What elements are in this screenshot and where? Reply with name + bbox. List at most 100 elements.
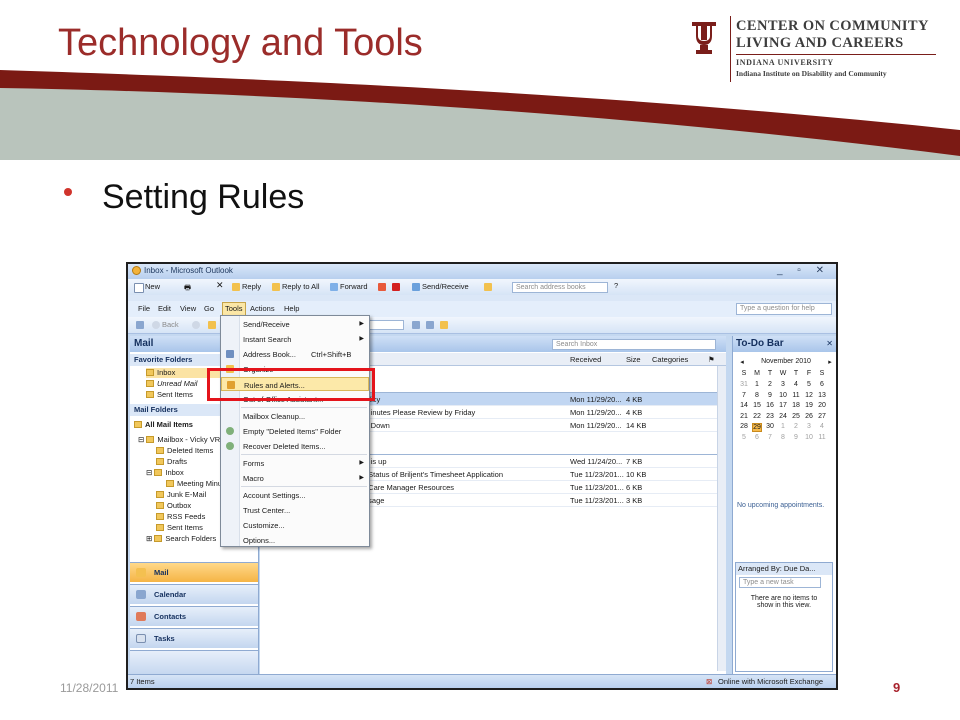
column-received[interactable]: Received [570,355,601,364]
menu-item-options[interactable]: Options... [221,533,369,547]
menu-edit[interactable]: Edit [158,304,171,313]
nav-button-mail[interactable]: Mail [130,562,258,582]
calendar-day[interactable]: 4 [817,423,827,430]
calendar-day[interactable]: 11 [791,392,801,399]
address-search-input[interactable]: Search address books [512,282,608,293]
calendar-day[interactable]: 23 [765,413,775,420]
folder-inbox[interactable]: ⊟ Inbox [146,468,184,478]
mailbox-root[interactable]: ⊟ Mailbox - Vicky VR [138,435,220,445]
menu-item-instant-search[interactable]: Instant Search ▶ [221,332,369,346]
folder-up-icon[interactable] [208,321,216,329]
toolbar2-icon-a[interactable] [412,321,420,329]
folder-deleted-items[interactable]: Deleted Items [156,446,213,456]
menu-item-address-book[interactable]: Address Book... Ctrl+Shift+B [221,347,369,361]
send-receive-button[interactable]: Send/Receive [422,282,469,291]
menu-item-forms[interactable]: Forms ▶ [221,456,369,470]
calendar-day[interactable]: 7 [739,392,749,399]
back-button[interactable]: Back [162,320,179,329]
search-inbox-input[interactable]: Search Inbox [552,339,716,350]
rules-icon[interactable] [136,321,144,329]
calendar-day[interactable]: 14 [739,402,749,409]
calendar-day[interactable]: 3 [778,381,788,388]
calendar-day[interactable]: 5 [739,434,749,441]
calendar-day[interactable]: 31 [739,381,749,388]
calendar-day[interactable]: 6 [752,434,762,441]
toolbar2-icon-b[interactable] [426,321,434,329]
menu-item-macro[interactable]: Macro ▶ [221,471,369,485]
folder-search-folders[interactable]: ⊞ Search Folders [146,534,216,544]
delete-icon[interactable]: ✕ [216,280,224,291]
help-question-input[interactable]: Type a question for help [736,303,832,315]
follow-up-flag-icon[interactable] [392,283,400,291]
calendar-day[interactable]: 4 [791,381,801,388]
calendar-day[interactable]: 13 [817,392,827,399]
calendar-day[interactable]: 28 [739,423,749,430]
menu-go[interactable]: Go [204,304,214,313]
nav-shortcuts-bar[interactable] [130,650,258,676]
menu-help[interactable]: Help [284,304,299,313]
menu-tools[interactable]: Tools [222,302,246,316]
prev-month-icon[interactable]: ◂ [737,358,747,366]
calendar-day[interactable]: 27 [817,413,827,420]
calendar-day[interactable]: 29 [752,423,762,432]
print-icon[interactable]: 🖶 [184,282,191,295]
calendar-day[interactable]: 18 [791,402,801,409]
menu-view[interactable]: View [180,304,196,313]
close-icon[interactable]: ✕ [826,336,833,352]
calendar-day[interactable]: 19 [804,402,814,409]
flag-column-icon[interactable]: ⚑ [708,355,715,364]
all-mail-items[interactable]: All Mail Items [134,420,193,430]
calendar-day[interactable]: 16 [765,402,775,409]
nav-button-calendar[interactable]: Calendar [130,584,258,604]
nav-button-contacts[interactable]: Contacts [130,606,258,626]
nav-button-tasks[interactable]: Tasks [130,628,258,648]
forward-button[interactable]: Forward [340,282,368,291]
new-task-input[interactable]: Type a new task [739,577,821,588]
reply-all-button[interactable]: Reply to All [282,282,320,291]
address-book-icon[interactable] [484,283,492,291]
calendar-day[interactable]: 5 [804,381,814,388]
calendar-day[interactable]: 15 [752,402,762,409]
categorize-icon[interactable] [378,283,386,291]
calendar-day[interactable]: 25 [791,413,801,420]
collapse-icon[interactable]: ⊟ [138,435,146,444]
calendar-day[interactable]: 1 [752,381,762,388]
next-month-icon[interactable]: ▸ [825,358,835,366]
folder-junk-email[interactable]: Junk E-Mail [156,490,206,500]
menu-item-recover-deleted[interactable]: Recover Deleted Items... [221,439,369,453]
menu-item-trust-center[interactable]: Trust Center... [221,503,369,517]
column-size[interactable]: Size [626,355,641,364]
calendar-day[interactable]: 8 [752,392,762,399]
menu-file[interactable]: File [138,304,150,313]
forward-nav-icon[interactable] [192,321,200,329]
column-categories[interactable]: Categories [652,355,688,364]
folder-sent-items[interactable]: Sent Items [156,523,203,533]
calendar-day[interactable]: 24 [778,413,788,420]
calendar-day[interactable]: 8 [778,434,788,441]
calendar-day[interactable]: 10 [804,434,814,441]
favorite-unread-mail[interactable]: Unread Mail [146,379,197,389]
menu-item-send-receive[interactable]: Send/Receive ▶ [221,317,369,331]
expand-icon[interactable]: ⊞ [146,534,154,543]
calendar-day[interactable]: 6 [817,381,827,388]
calendar-day[interactable]: 20 [817,402,827,409]
calendar-day[interactable]: 10 [778,392,788,399]
calendar-day[interactable]: 21 [739,413,749,420]
menu-item-mailbox-cleanup[interactable]: Mailbox Cleanup... [221,409,369,423]
calendar-day[interactable]: 1 [778,423,788,430]
menu-item-customize[interactable]: Customize... [221,518,369,532]
calendar-day[interactable]: 7 [765,434,775,441]
menu-item-account-settings[interactable]: Account Settings... [221,488,369,502]
arranged-by-header[interactable]: Arranged By: Due Da... [736,563,832,575]
collapse-icon[interactable]: ⊟ [146,468,154,477]
view-dropdown[interactable] [368,320,404,330]
mail-list-scrollbar[interactable] [717,366,726,671]
calendar-day[interactable]: 2 [765,381,775,388]
folder-outbox[interactable]: Outbox [156,501,191,511]
folder-drafts[interactable]: Drafts [156,457,187,467]
menu-item-empty-deleted[interactable]: Empty "Deleted Items" Folder [221,424,369,438]
calendar-day[interactable]: 17 [778,402,788,409]
help-icon[interactable]: ? [614,281,618,290]
folder-meeting-minutes[interactable]: Meeting Minu [166,479,222,489]
folder-rss-feeds[interactable]: RSS Feeds [156,512,205,522]
